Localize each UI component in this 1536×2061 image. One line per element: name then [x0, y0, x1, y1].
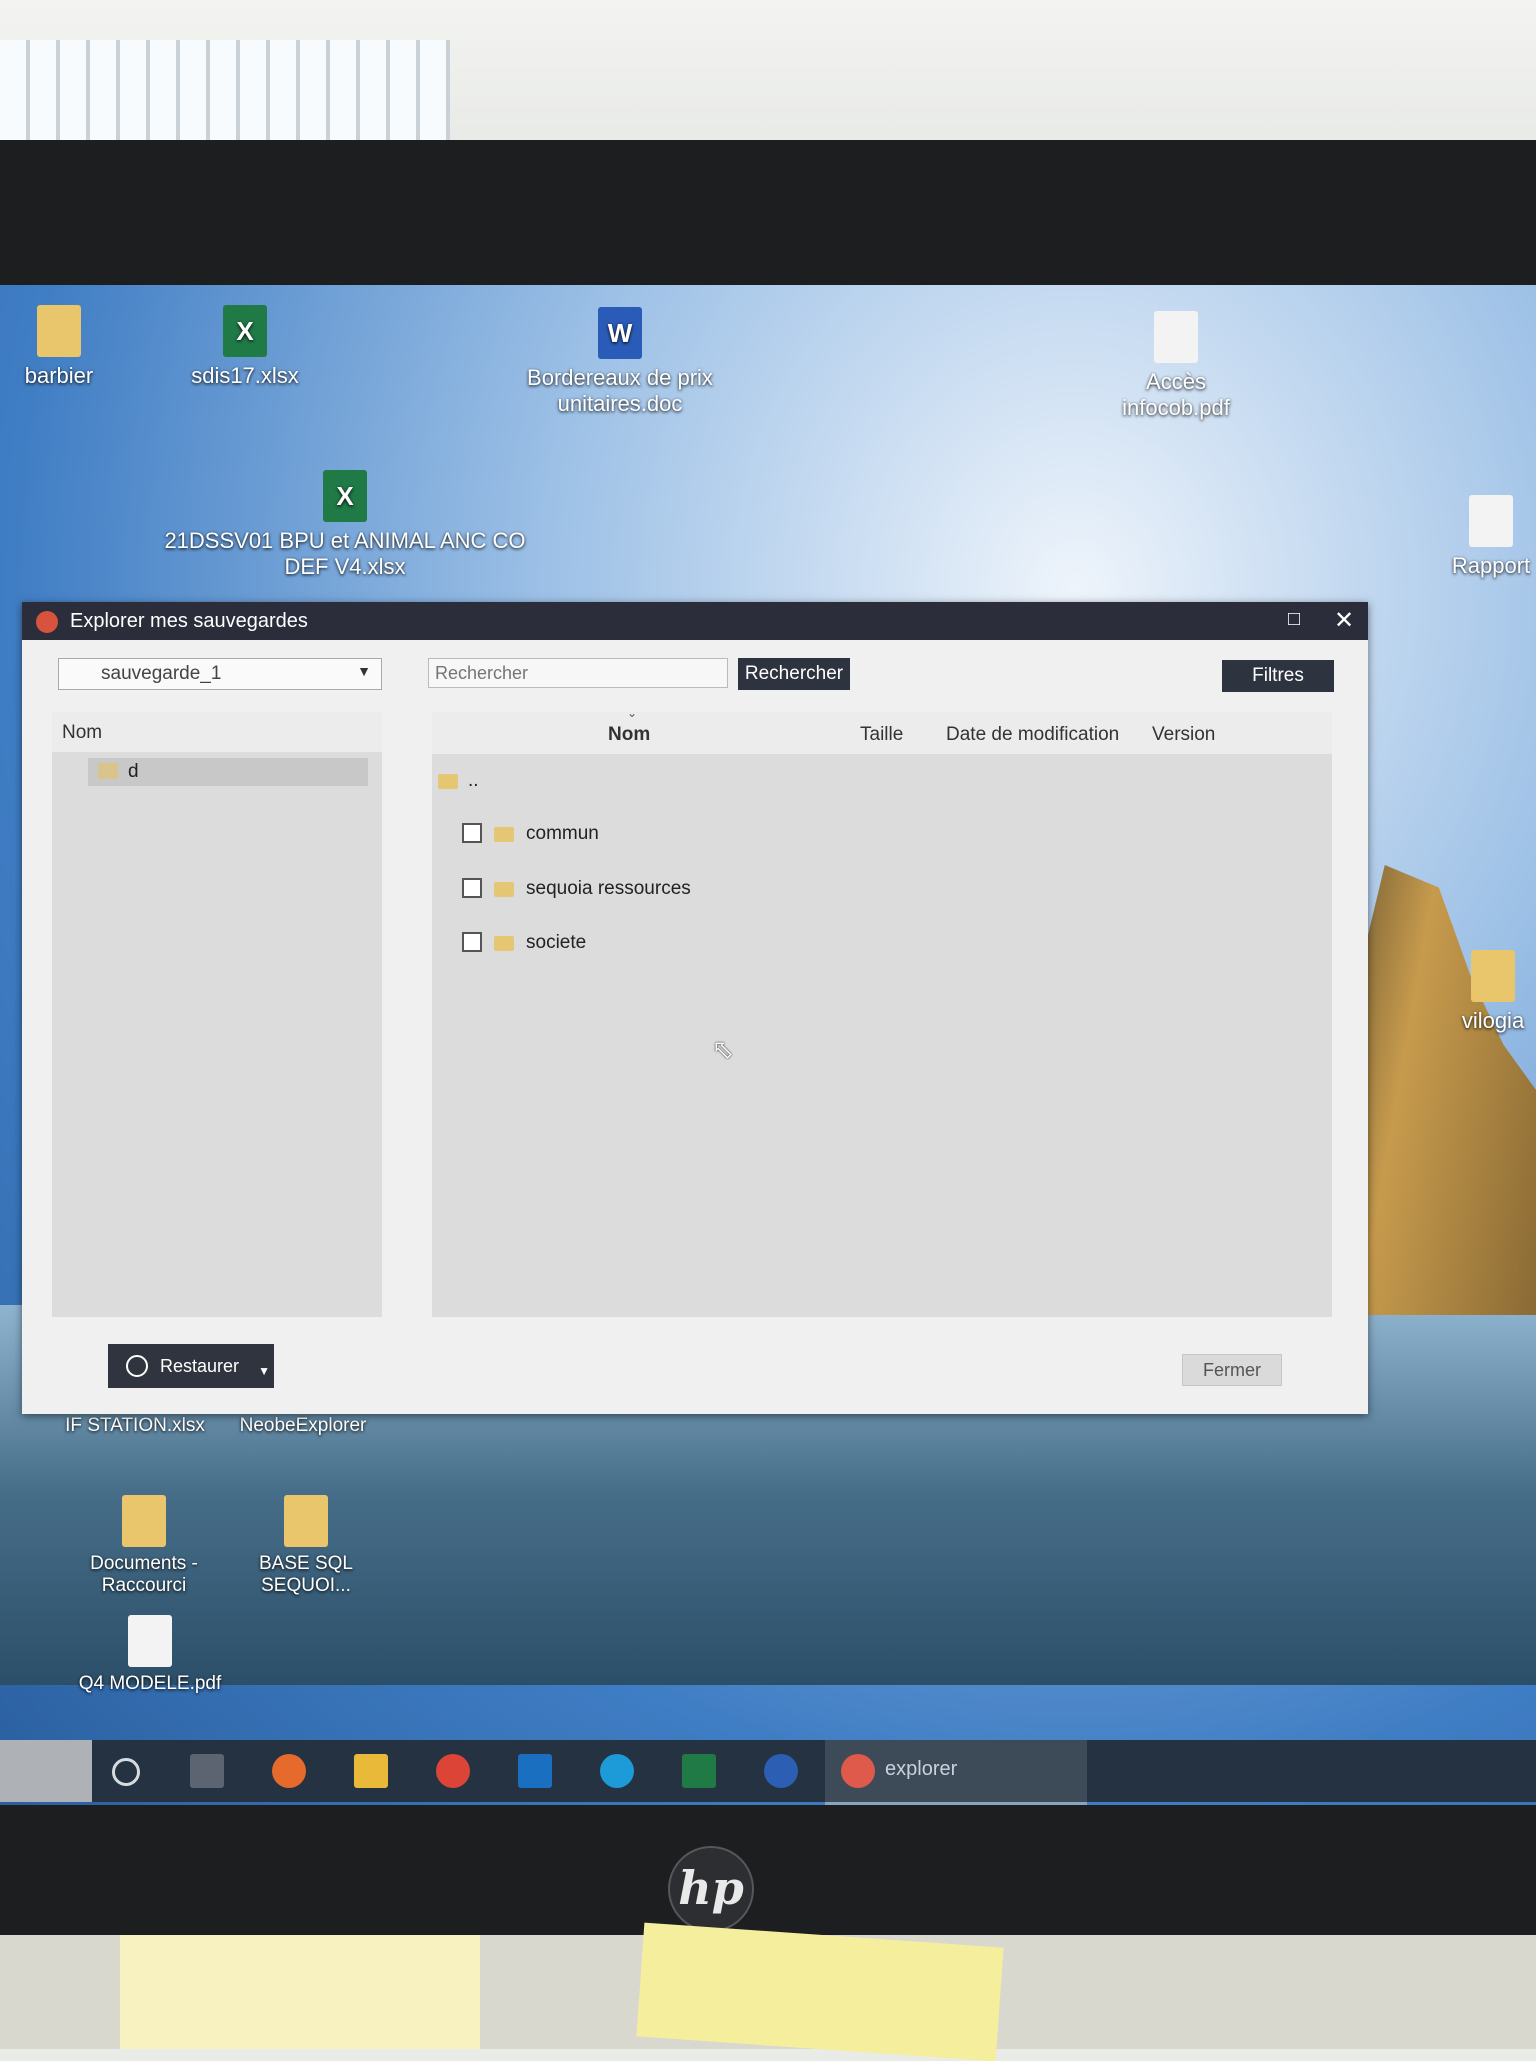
list-item-parent[interactable]: .. [432, 762, 1332, 802]
desktop-icon-basesql[interactable]: BASE SQL SEQUOI... [246, 1495, 366, 1597]
column-version[interactable]: Version [1152, 724, 1215, 746]
list-item[interactable]: societe [432, 924, 1332, 964]
row-checkbox[interactable] [462, 823, 482, 843]
edge-icon[interactable] [600, 1754, 634, 1788]
explorer-dialog: Explorer mes sauvegardes □ ✕ sauvegarde_… [22, 602, 1368, 1414]
desktop-icon-acces[interactable]: Accès infocob.pdf [1106, 311, 1246, 421]
search-button[interactable]: Rechercher [738, 658, 850, 690]
dialog-title: Explorer mes sauvegardes [70, 610, 308, 632]
excel-icon: X [323, 470, 367, 522]
pdf-icon [1469, 495, 1513, 547]
word-icon: W [598, 307, 642, 359]
list-item[interactable]: sequoia ressources [432, 870, 1332, 910]
pdf-icon [1154, 311, 1198, 363]
folder-icon [284, 1495, 328, 1547]
dialog-titlebar: Explorer mes sauvegardes □ ✕ [22, 602, 1368, 640]
search-icon[interactable] [112, 1758, 140, 1786]
file-explorer-icon[interactable] [354, 1754, 388, 1788]
backup-select[interactable]: sauvegarde_1 ▼ [58, 658, 382, 690]
restore-button[interactable]: Restaurer ▼ [108, 1344, 274, 1388]
taskbar-explorer[interactable]: explorer [825, 1740, 1087, 1805]
folder-icon [37, 305, 81, 357]
list-header: ⌄ Nom Taille Date de modification Versio… [432, 706, 1332, 754]
desktop-icon-vilogia[interactable]: vilogia [1450, 950, 1536, 1034]
desktop-icon-documents[interactable]: Documents - Raccourci [74, 1495, 214, 1597]
desktop-icon-bpu[interactable]: X 21DSSV01 BPU et ANIMAL ANC CO DEF V4.x… [160, 470, 530, 580]
search-input[interactable] [428, 658, 728, 688]
sort-chevron-icon: ⌄ [627, 706, 638, 720]
desktop-icon-sdis17[interactable]: X sdis17.xlsx [180, 305, 310, 389]
chrome-icon[interactable] [436, 1754, 470, 1788]
folder-icon [98, 763, 118, 779]
mouse-cursor-icon: ⬁ [712, 1034, 734, 1064]
app-icon[interactable] [764, 1754, 798, 1788]
task-view-icon[interactable] [190, 1754, 224, 1788]
close-icon[interactable]: ✕ [1334, 606, 1354, 635]
close-button[interactable]: Fermer [1182, 1354, 1282, 1386]
chevron-down-icon[interactable]: ▼ [258, 1364, 270, 1378]
desktop-icon-q4[interactable]: Q4 MODELE.pdf [70, 1615, 230, 1695]
neobe-icon [841, 1754, 875, 1788]
desktop-icon-neobe[interactable]: NeobeExplorer [228, 1415, 378, 1437]
taskbar: explorer [0, 1740, 1536, 1805]
start-button[interactable] [0, 1740, 92, 1802]
desktop-icon-bordereaux[interactable]: W Bordereaux de prix unitaires.doc [520, 307, 720, 417]
tree-node-d[interactable]: d [88, 758, 368, 786]
chevron-down-icon: ▼ [357, 663, 371, 679]
row-checkbox[interactable] [462, 878, 482, 898]
excel-icon[interactable] [682, 1754, 716, 1788]
folder-icon [1471, 950, 1515, 1002]
column-date[interactable]: Date de modification [946, 724, 1119, 746]
restore-icon [126, 1355, 148, 1377]
column-size[interactable]: Taille [860, 724, 903, 746]
desktop-icon-station[interactable]: IF STATION.xlsx [60, 1415, 210, 1437]
maximize-icon[interactable]: □ [1288, 608, 1300, 631]
app-logo-icon [36, 611, 58, 633]
desktop-icon-barbier[interactable]: barbier [14, 305, 104, 389]
folder-icon [438, 774, 458, 789]
excel-icon: X [223, 305, 267, 357]
folder-tree: Nom d [52, 712, 382, 1317]
folder-icon [494, 936, 514, 951]
folder-icon [494, 882, 514, 897]
pdf-icon [128, 1615, 172, 1667]
hp-logo: hp [668, 1846, 754, 1932]
list-item[interactable]: commun [432, 815, 1332, 855]
row-checkbox[interactable] [462, 932, 482, 952]
filters-button[interactable]: Filtres [1222, 660, 1334, 692]
outlook-icon[interactable] [518, 1754, 552, 1788]
tree-header: Nom [52, 712, 382, 752]
folder-icon [494, 827, 514, 842]
sticky-note [120, 1935, 480, 2049]
column-name[interactable]: Nom [608, 724, 650, 746]
desktop-icon-rapport[interactable]: Rapport [1446, 495, 1536, 579]
file-list: ⌄ Nom Taille Date de modification Versio… [432, 706, 1332, 1317]
folder-icon [122, 1495, 166, 1547]
firefox-icon[interactable] [272, 1754, 306, 1788]
window-blinds [0, 40, 450, 150]
